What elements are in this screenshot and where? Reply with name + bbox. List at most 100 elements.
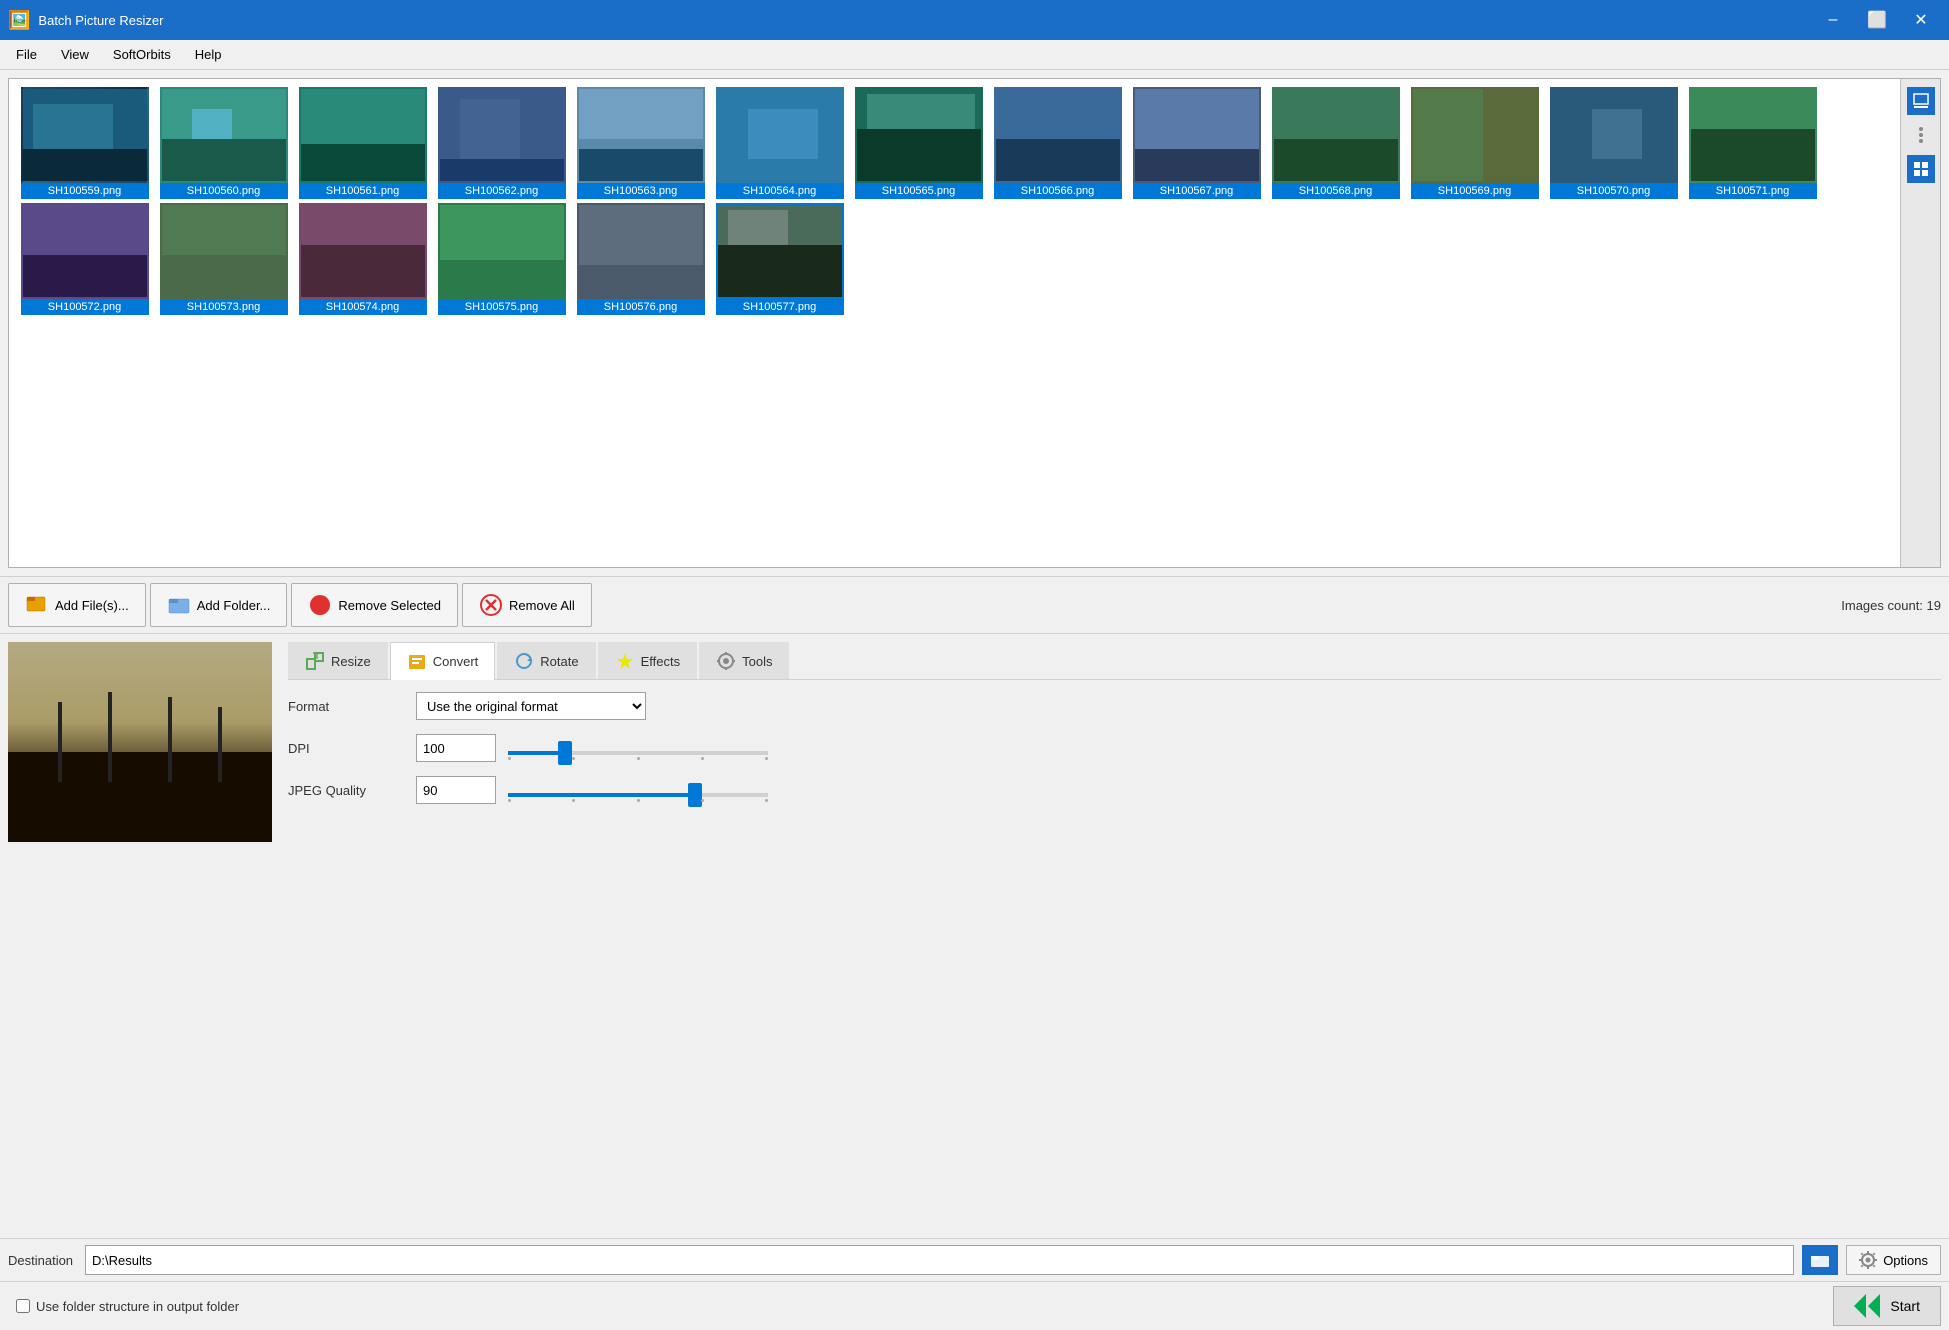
jpeg-quality-input[interactable]: [416, 776, 496, 804]
resize-icon: [305, 651, 325, 671]
list-item[interactable]: SH100570.png: [1546, 87, 1681, 199]
dpi-slider-container: [504, 741, 1941, 755]
list-item[interactable]: SH100576.png: [573, 203, 708, 315]
menu-view[interactable]: View: [49, 43, 101, 66]
view-option-dots[interactable]: [1915, 123, 1927, 147]
menu-bar: File View SoftOrbits Help: [0, 40, 1949, 70]
image-name: SH100570.png: [1550, 183, 1678, 199]
menu-file[interactable]: File: [4, 43, 49, 66]
remove-selected-button[interactable]: Remove Selected: [291, 583, 458, 627]
add-folder-icon: [167, 593, 191, 617]
browse-destination-button[interactable]: [1802, 1245, 1838, 1275]
list-item[interactable]: SH100571.png: [1685, 87, 1820, 199]
format-select[interactable]: Use the original format JPEG PNG BMP TIF…: [416, 692, 646, 720]
image-name: SH100572.png: [21, 299, 149, 315]
list-item[interactable]: SH100566.png: [990, 87, 1125, 199]
checkbox-area: Use folder structure in output folder: [8, 1293, 247, 1320]
view-option-grid[interactable]: [1907, 155, 1935, 183]
view-option-1[interactable]: [1907, 87, 1935, 115]
remove-selected-icon: [308, 593, 332, 617]
image-grid: SH100559.png SH100560.png SH100561.png S…: [9, 79, 1940, 323]
tab-convert[interactable]: Convert: [390, 642, 496, 680]
dpi-label: DPI: [288, 741, 408, 756]
menu-softorbits[interactable]: SoftOrbits: [101, 43, 183, 66]
preview-image: [8, 642, 272, 842]
list-item[interactable]: SH100569.png: [1407, 87, 1542, 199]
image-name: SH100573.png: [160, 299, 288, 315]
dpi-input[interactable]: [416, 734, 496, 762]
image-name: SH100567.png: [1133, 183, 1261, 199]
convert-icon: [407, 652, 427, 672]
image-name: SH100565.png: [855, 183, 983, 199]
list-item[interactable]: SH100575.png: [434, 203, 569, 315]
main-container: SH100559.png SH100560.png SH100561.png S…: [0, 70, 1949, 1330]
app-icon: 🖼️: [8, 10, 30, 31]
list-item[interactable]: SH100564.png: [712, 87, 847, 199]
options-button[interactable]: Options: [1846, 1245, 1941, 1275]
format-label: Format: [288, 699, 408, 714]
jpeg-quality-label: JPEG Quality: [288, 783, 408, 798]
remove-all-icon: [479, 593, 503, 617]
list-item[interactable]: SH100572.png: [17, 203, 152, 315]
image-name: SH100576.png: [577, 299, 705, 315]
image-name: SH100562.png: [438, 183, 566, 199]
remove-all-button[interactable]: Remove All: [462, 583, 592, 627]
window-controls: – ⬜ ✕: [1813, 5, 1941, 35]
list-item[interactable]: SH100561.png: [295, 87, 430, 199]
tab-rotate[interactable]: Rotate: [497, 642, 595, 679]
image-name: SH100561.png: [299, 183, 427, 199]
tools-icon: [716, 651, 736, 671]
list-item[interactable]: SH100560.png: [156, 87, 291, 199]
list-item[interactable]: SH100577.png: [712, 203, 847, 315]
image-name: SH100569.png: [1411, 183, 1539, 199]
close-button[interactable]: ✕: [1901, 5, 1941, 35]
tab-bar: Resize Convert Rotate: [288, 642, 1941, 680]
jpeg-quality-slider-track[interactable]: [508, 793, 768, 797]
jpeg-quality-slider-container: [504, 783, 1941, 797]
destination-bar: Destination Options: [0, 1238, 1949, 1281]
image-name: SH100559.png: [21, 183, 149, 199]
image-name: SH100560.png: [160, 183, 288, 199]
jpeg-quality-row: JPEG Quality: [288, 776, 1941, 804]
menu-help[interactable]: Help: [183, 43, 234, 66]
image-name: SH100564.png: [716, 183, 844, 199]
destination-label: Destination: [8, 1253, 73, 1268]
add-folder-button[interactable]: Add Folder...: [150, 583, 288, 627]
destination-input[interactable]: [85, 1245, 1794, 1275]
options-label: Options: [1883, 1253, 1928, 1268]
image-grid-container[interactable]: SH100559.png SH100560.png SH100561.png S…: [8, 78, 1941, 568]
add-files-button[interactable]: Add File(s)...: [8, 583, 146, 627]
tab-resize[interactable]: Resize: [288, 642, 388, 679]
list-item[interactable]: SH100562.png: [434, 87, 569, 199]
list-item[interactable]: SH100568.png: [1268, 87, 1403, 199]
add-files-icon: [25, 593, 49, 617]
restore-button[interactable]: ⬜: [1857, 5, 1897, 35]
image-name: SH100575.png: [438, 299, 566, 315]
list-item[interactable]: SH100573.png: [156, 203, 291, 315]
folder-structure-row: Use folder structure in output folder: [8, 1293, 247, 1320]
tab-tools[interactable]: Tools: [699, 642, 789, 679]
dpi-slider-track[interactable]: [508, 751, 768, 755]
tab-effects[interactable]: Effects: [598, 642, 698, 679]
main-toolbar: Add File(s)... Add Folder... Remove Sele…: [0, 576, 1949, 633]
format-row: Format Use the original format JPEG PNG …: [288, 692, 1941, 720]
list-item[interactable]: SH100567.png: [1129, 87, 1264, 199]
start-button[interactable]: Start: [1833, 1286, 1941, 1326]
list-item[interactable]: SH100574.png: [295, 203, 430, 315]
folder-structure-checkbox[interactable]: [16, 1299, 30, 1313]
image-name: SH100574.png: [299, 299, 427, 315]
minimize-button[interactable]: –: [1813, 5, 1853, 35]
view-options-sidebar: [1900, 79, 1940, 567]
images-count: Images count: 19: [1841, 598, 1941, 613]
image-name: SH100566.png: [994, 183, 1122, 199]
image-name: SH100571.png: [1689, 183, 1817, 199]
gear-icon: [1859, 1251, 1877, 1269]
effects-icon: [615, 651, 635, 671]
image-name: SH100568.png: [1272, 183, 1400, 199]
folder-structure-label[interactable]: Use folder structure in output folder: [36, 1299, 239, 1314]
rotate-icon: [514, 651, 534, 671]
convert-panel: Format Use the original format JPEG PNG …: [288, 692, 1941, 804]
list-item[interactable]: SH100559.png: [17, 87, 152, 199]
list-item[interactable]: SH100563.png: [573, 87, 708, 199]
list-item[interactable]: SH100565.png: [851, 87, 986, 199]
